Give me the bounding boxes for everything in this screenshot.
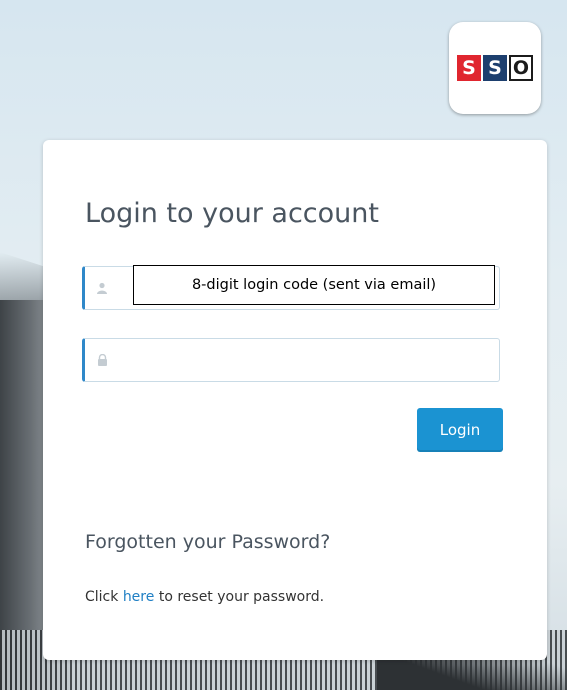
reset-suffix: to reset your password.: [158, 589, 325, 605]
lock-icon: [85, 354, 119, 366]
sso-logo: S S O: [449, 22, 541, 114]
user-icon: [85, 282, 119, 294]
login-button[interactable]: Login: [417, 408, 503, 452]
forgot-password-heading: Forgotten your Password?: [85, 531, 331, 553]
reset-prefix: Click: [85, 589, 119, 605]
logo-letter-o: O: [509, 55, 533, 81]
reset-password-text: Click here to reset your password.: [85, 589, 324, 605]
logo-letter-s1: S: [457, 55, 481, 81]
reset-password-link[interactable]: here: [123, 589, 155, 605]
password-input[interactable]: [119, 338, 499, 382]
login-card: Login to your account Login Forgotten yo…: [43, 140, 547, 660]
login-title: Login to your account: [85, 198, 379, 229]
password-field[interactable]: [82, 338, 500, 382]
logo-letter-s2: S: [483, 55, 507, 81]
login-code-annotation: 8-digit login code (sent via email): [133, 265, 495, 305]
